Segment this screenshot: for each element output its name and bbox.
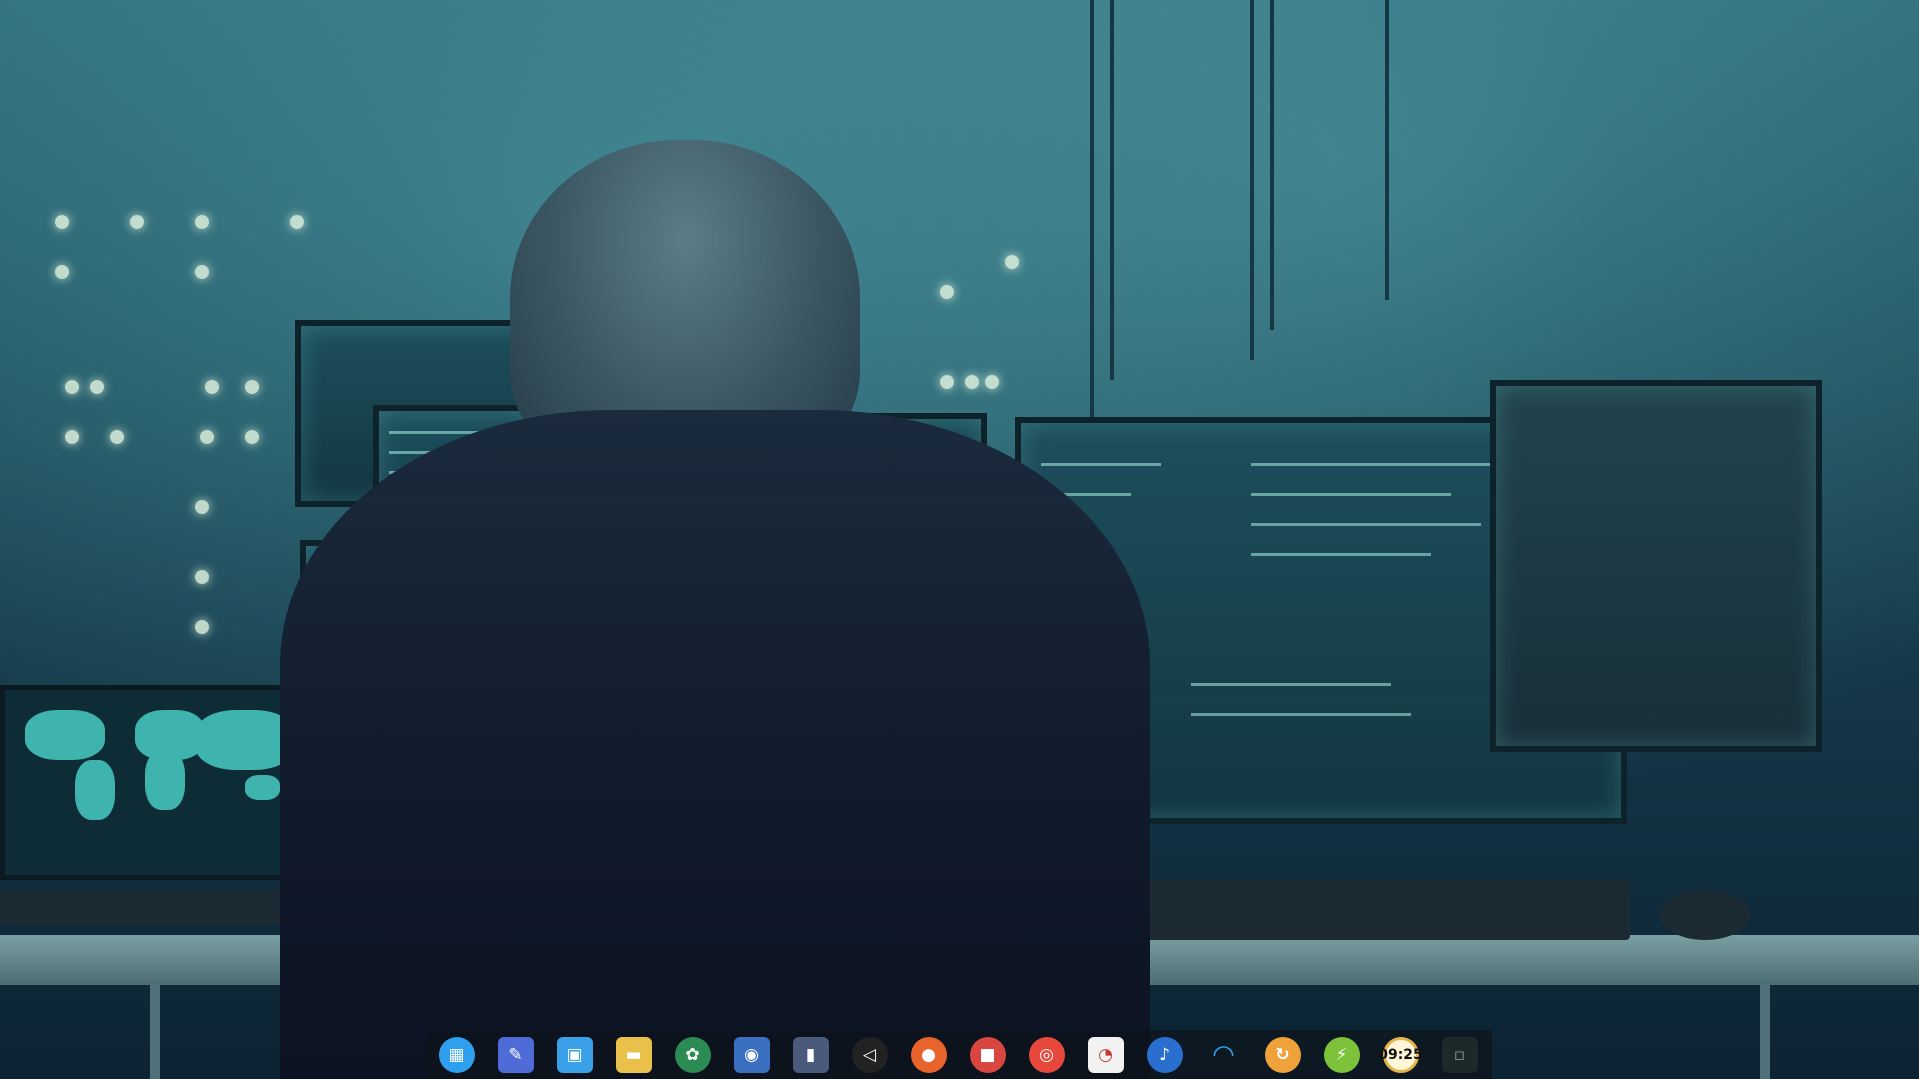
dark-monitor (1490, 380, 1822, 752)
dock-item-network[interactable]: ◠ (1194, 1030, 1253, 1079)
screen-text-line (1251, 553, 1431, 556)
dock-item-firefox[interactable]: ● (899, 1030, 958, 1079)
keyboard (1140, 880, 1630, 940)
server-light (110, 430, 124, 444)
camera-icon: ◉ (733, 1036, 770, 1073)
server-light (245, 380, 259, 394)
wrench-icon: ✿ (674, 1036, 711, 1073)
dock-item-editor[interactable]: ✎ (486, 1030, 545, 1079)
screen-text-line (1251, 463, 1491, 466)
dock-item-system-tools[interactable]: ✿ (663, 1030, 722, 1079)
multitask-icon: ▣ (556, 1036, 593, 1073)
document-eye-icon: ◔ (1087, 1036, 1124, 1073)
mouse (1660, 890, 1750, 940)
music-icon: ♪ (1146, 1036, 1183, 1073)
clock-icon: 09:25 (1378, 1036, 1423, 1073)
folder-icon: ▬ (615, 1036, 652, 1073)
dock-item-unity[interactable]: ◁ (840, 1030, 899, 1079)
server-light (205, 380, 219, 394)
screen-text-line (1191, 683, 1391, 686)
film-icon: ▮ (792, 1036, 829, 1073)
launcher-icon: ▦ (438, 1036, 475, 1073)
dock-item-power-manager[interactable]: ⚡ (1312, 1030, 1371, 1079)
firefox-icon: ● (910, 1036, 947, 1073)
chrome-icon: ◎ (1028, 1036, 1065, 1073)
cable (1250, 0, 1254, 360)
dock-item-music-player[interactable]: ♪ (1135, 1030, 1194, 1079)
dock-item-screen-recorder[interactable]: ■ (958, 1030, 1017, 1079)
server-light (245, 430, 259, 444)
dock-item-multitask-view[interactable]: ▣ (545, 1030, 604, 1079)
pen-editor-icon: ✎ (497, 1036, 534, 1073)
server-light (195, 265, 209, 279)
desk-leg (150, 985, 160, 1079)
dock-item-trash[interactable]: ▫ (1430, 1030, 1489, 1079)
map-continent (75, 760, 115, 820)
screen-text-line (1251, 493, 1451, 496)
map-continent (245, 775, 280, 800)
desk-leg (1760, 985, 1770, 1079)
dock: ▦ ✎ ▣ ▬ ✿ ◉ ▮ ◁ ● ■ ◎ ◔ ♪ ◠ ↻ ⚡ 09:25 ▫ (427, 1030, 1492, 1079)
server-light (65, 430, 79, 444)
screen-text-line (1251, 523, 1481, 526)
desktop: ▦ ✎ ▣ ▬ ✿ ◉ ▮ ◁ ● ■ ◎ ◔ ♪ ◠ ↻ ⚡ 09:25 ▫ (0, 0, 1919, 1079)
dock-item-file-manager[interactable]: ▬ (604, 1030, 663, 1079)
server-light (200, 430, 214, 444)
dock-item-cloud-sync[interactable]: ↻ (1253, 1030, 1312, 1079)
server-light (195, 500, 209, 514)
server-light (195, 570, 209, 584)
hooded-person (280, 140, 1150, 1079)
cable (1385, 0, 1389, 300)
server-light (55, 215, 69, 229)
server-light (90, 380, 104, 394)
server-light (55, 265, 69, 279)
unity-icon: ◁ (851, 1036, 888, 1073)
dock-item-screenshot[interactable]: ◉ (722, 1030, 781, 1079)
server-light (65, 380, 79, 394)
dock-item-document-viewer[interactable]: ◔ (1076, 1030, 1135, 1079)
sync-icon: ↻ (1264, 1036, 1301, 1073)
wifi-icon: ◠ (1213, 1039, 1234, 1070)
dock-item-clock[interactable]: 09:25 (1371, 1030, 1430, 1079)
server-light (195, 620, 209, 634)
cable (1270, 0, 1274, 330)
trash-icon: ▫ (1441, 1036, 1478, 1073)
video-camera-icon: ■ (969, 1036, 1006, 1073)
map-continent (145, 750, 185, 810)
laptop-keyboard (0, 890, 300, 925)
lightning-icon: ⚡ (1323, 1036, 1360, 1073)
map-continent (25, 710, 105, 760)
dock-item-video-editor[interactable]: ▮ (781, 1030, 840, 1079)
person-body (280, 410, 1150, 1079)
server-light (195, 215, 209, 229)
dock-item-launcher[interactable]: ▦ (427, 1030, 486, 1079)
screen-text-line (1191, 713, 1411, 716)
server-light (130, 215, 144, 229)
dock-item-chrome[interactable]: ◎ (1017, 1030, 1076, 1079)
